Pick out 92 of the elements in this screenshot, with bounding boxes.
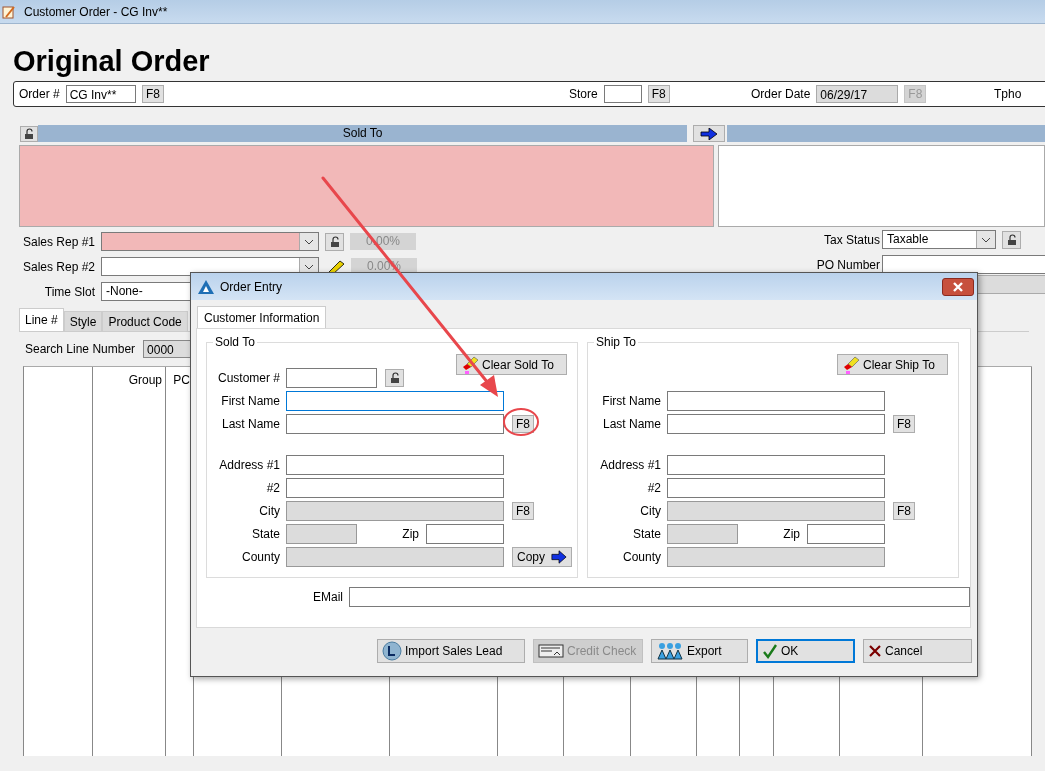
field-label: City [639, 504, 661, 518]
field-label: First Name [220, 394, 280, 408]
close-button[interactable] [942, 277, 974, 296]
email-field[interactable] [349, 587, 970, 607]
section-header: Sold To [37, 125, 688, 142]
field-label: EMail [312, 590, 343, 604]
eraser-icon [461, 354, 479, 375]
field-label: State [631, 527, 661, 541]
field-label: County [240, 550, 280, 564]
input-field[interactable] [286, 478, 504, 498]
window-title: Customer Order - CG Inv** [24, 4, 168, 19]
field-label: Address #1 [599, 458, 661, 472]
lock-button[interactable] [1002, 230, 1021, 249]
import-button[interactable]: Import Sales Lead [377, 639, 525, 663]
field-label: #2 [646, 481, 661, 495]
lock-icon [328, 235, 341, 248]
input-field[interactable] [667, 478, 885, 498]
field-label: Order # [19, 87, 60, 101]
page-heading: Original Order [13, 44, 210, 78]
group-title: Ship To [594, 335, 638, 349]
input-field[interactable] [667, 391, 885, 411]
dialog-title: Order Entry [220, 279, 282, 294]
close-icon [952, 281, 964, 292]
input-field[interactable] [286, 414, 504, 434]
field-label: Store [569, 87, 598, 101]
lock-button[interactable] [325, 232, 344, 251]
credit-card-icon [538, 644, 564, 658]
field-label: Order Date [751, 87, 811, 101]
arrow-right-icon [700, 127, 719, 140]
chevron-down-icon [304, 238, 314, 245]
tab[interactable]: Customer Information [197, 306, 327, 328]
field-label: Sales Rep #2 [21, 259, 95, 274]
lookup-button[interactable]: F8 [142, 85, 164, 103]
copy-arrow-button[interactable] [693, 125, 726, 142]
field-label: State [250, 527, 280, 541]
people-icon [656, 642, 684, 660]
field-label: Last Name [601, 417, 661, 431]
lookup-button[interactable]: F8 [647, 85, 670, 103]
eraser-icon [842, 354, 860, 375]
group-title: Sold To [213, 335, 257, 349]
sales-rep-dropdown[interactable] [101, 232, 319, 251]
notepad-icon [2, 4, 16, 19]
lock-icon [1005, 233, 1018, 246]
input-field[interactable] [286, 368, 377, 388]
column-header: Group [128, 372, 163, 387]
tax-status-dropdown[interactable]: Taxable [882, 230, 996, 249]
field-label: First Name [601, 394, 661, 408]
letter-l-circle-icon [382, 641, 402, 661]
chevron-down-icon [304, 263, 314, 270]
lock-button[interactable] [20, 125, 38, 142]
field-label: Tax Status [822, 232, 880, 247]
po-number-field[interactable] [882, 255, 1045, 274]
lookup-button[interactable]: F8 [512, 415, 534, 433]
cancel-button[interactable]: Cancel [863, 639, 972, 663]
field-label: Sales Rep #1 [21, 234, 95, 249]
input-field[interactable] [807, 524, 885, 544]
check-icon [762, 643, 778, 659]
tab[interactable]: Line # [19, 308, 64, 331]
x-icon [868, 644, 882, 658]
arrow-right-icon [551, 550, 567, 564]
field-label: Zip [401, 527, 419, 541]
field-label: Time Slot [43, 284, 95, 299]
column-header: PC [173, 372, 191, 387]
input-field[interactable] [426, 524, 504, 544]
input-field[interactable] [667, 414, 885, 434]
field-label: Search Line Number [25, 342, 136, 356]
chevron-down-icon [981, 236, 991, 243]
field-label: Tpho [994, 87, 1022, 101]
lock-button[interactable] [385, 369, 404, 387]
input-field[interactable]: CG Inv** [65, 85, 136, 103]
tab[interactable]: Product Code [102, 311, 188, 331]
field-label: Address #1 [218, 458, 280, 472]
input-field[interactable] [286, 391, 504, 411]
field-label: County [621, 550, 661, 564]
field-label: Last Name [220, 417, 280, 431]
triangle-logo-icon [198, 279, 214, 294]
lock-icon [388, 372, 401, 384]
clear-button[interactable]: Clear Sold To [456, 354, 567, 375]
field-label: Customer # [216, 371, 280, 385]
field-label: #2 [265, 481, 280, 495]
field-label: Zip [782, 527, 800, 541]
lock-icon [22, 127, 35, 140]
field-label: PO Number [815, 257, 880, 272]
input-field[interactable] [286, 455, 504, 475]
lookup-button[interactable]: F8 [893, 415, 915, 433]
field-label: City [258, 504, 280, 518]
export-button[interactable]: Export [651, 639, 748, 663]
ok-button[interactable]: OK [756, 639, 855, 663]
tab[interactable]: Style [63, 311, 103, 331]
input-field[interactable] [603, 85, 642, 103]
input-field[interactable] [667, 455, 885, 475]
clear-button[interactable]: Clear Ship To [837, 354, 948, 375]
